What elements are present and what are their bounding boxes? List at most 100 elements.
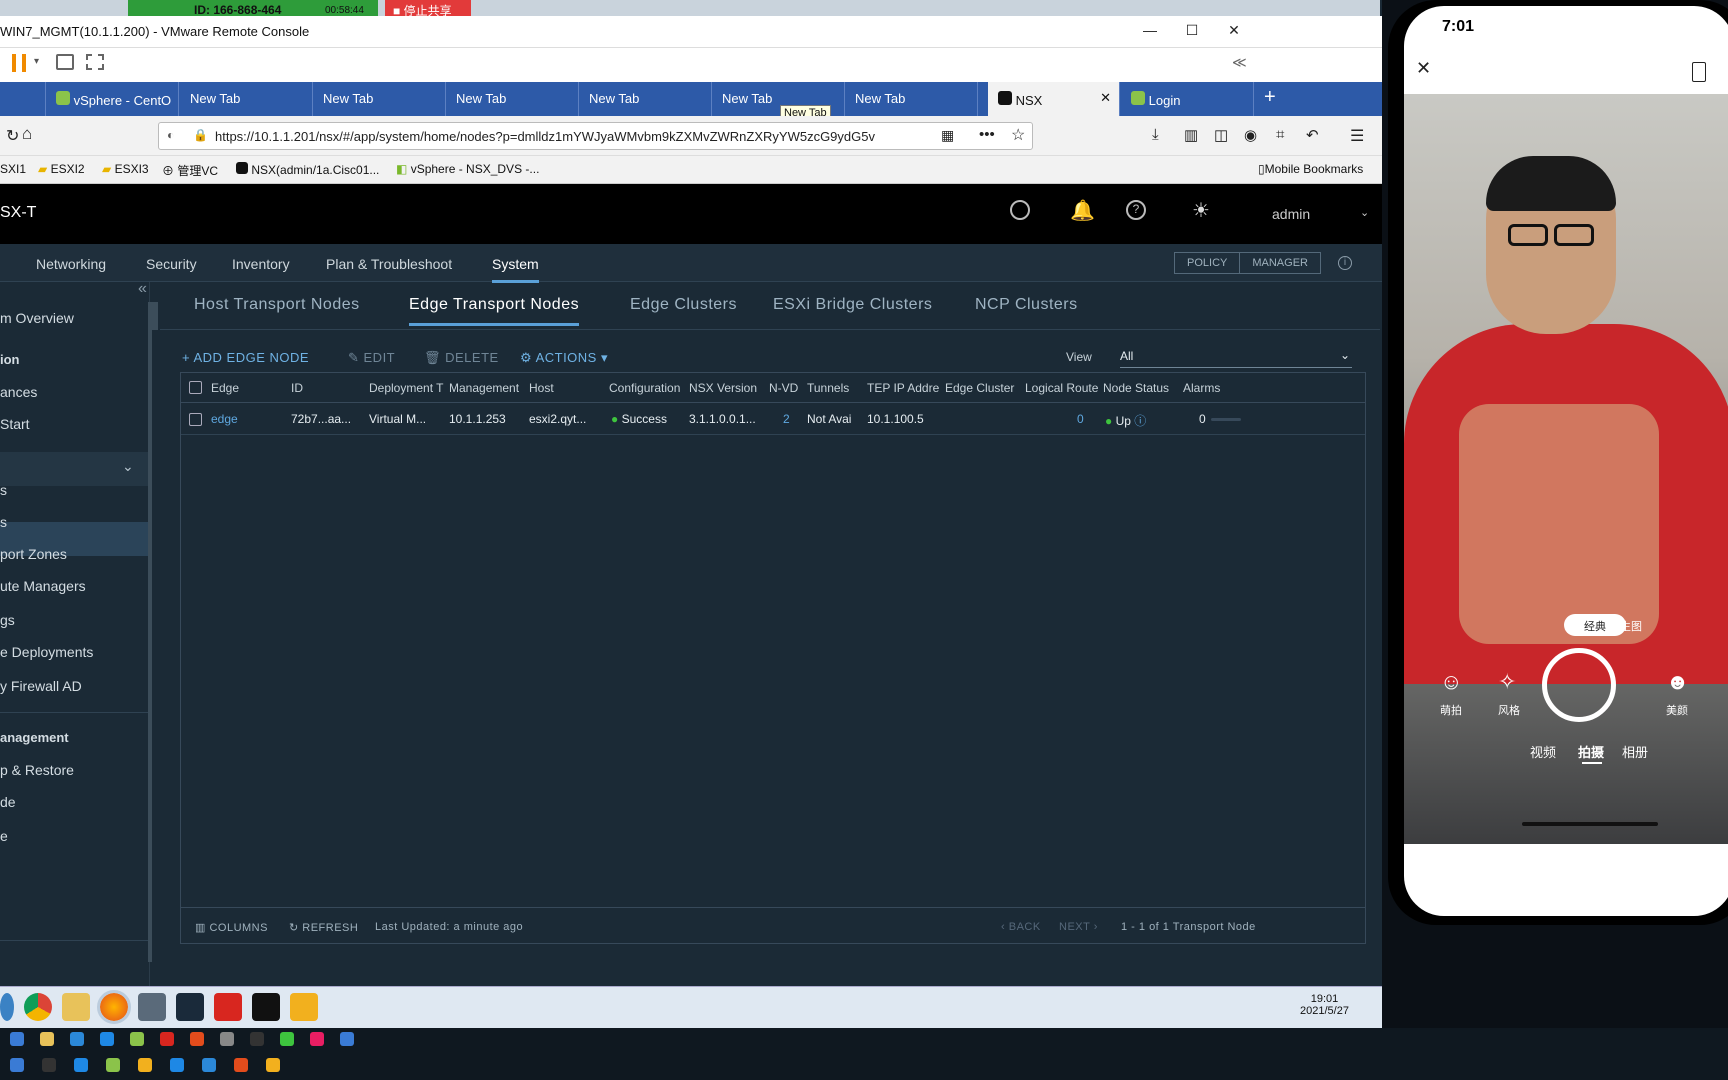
app-icon[interactable] bbox=[70, 1032, 84, 1046]
sidebar-item[interactable]: e bbox=[0, 828, 8, 844]
app-icon[interactable] bbox=[190, 1032, 204, 1046]
lock-icon[interactable]: 🔒 bbox=[193, 128, 208, 142]
search-icon[interactable] bbox=[1010, 200, 1030, 220]
sidebar-item[interactable]: gs bbox=[0, 612, 15, 628]
tab-new[interactable]: New Tab bbox=[180, 82, 313, 116]
actions-menu[interactable]: ⚙ ACTIONS ▾ bbox=[520, 350, 608, 366]
column-header[interactable]: Alarms bbox=[1183, 381, 1261, 395]
back-arrow-icon[interactable]: ↶ bbox=[1306, 126, 1319, 144]
refresh-icon[interactable]: ↻ bbox=[6, 126, 19, 146]
tab-new[interactable]: New Tab bbox=[845, 82, 978, 116]
add-edge-node-button[interactable]: + ADD EDGE NODE bbox=[182, 350, 309, 365]
tab-login[interactable]: Login bbox=[1121, 82, 1254, 116]
column-header[interactable]: Management bbox=[449, 381, 527, 395]
app-icon[interactable] bbox=[220, 1032, 234, 1046]
nav-plan-troubleshoot[interactable]: Plan & Troubleshoot bbox=[326, 256, 452, 272]
logical-routers-link[interactable]: 0 bbox=[1077, 412, 1084, 426]
column-header[interactable]: ID bbox=[291, 381, 369, 395]
columns-button[interactable]: ▥ COLUMNS bbox=[195, 921, 268, 934]
cute-icon[interactable]: ☺ bbox=[1440, 669, 1462, 695]
tab-vsphere[interactable]: vSphere - CentO bbox=[46, 82, 179, 116]
tab-nsx[interactable]: NSX ✕ bbox=[988, 82, 1120, 116]
app-icon[interactable] bbox=[290, 993, 318, 1021]
sidebar-item[interactable]: ute Managers bbox=[0, 578, 86, 594]
info-icon[interactable]: i bbox=[1338, 256, 1352, 270]
app-icon[interactable] bbox=[10, 1032, 24, 1046]
sidebar-item[interactable]: p & Restore bbox=[0, 762, 74, 778]
ratio-icon[interactable] bbox=[1692, 62, 1706, 82]
app-icon[interactable] bbox=[170, 1058, 184, 1072]
view-select[interactable]: All ⌄ bbox=[1120, 346, 1352, 368]
column-header[interactable]: Configuration bbox=[609, 381, 687, 395]
app-icon[interactable] bbox=[130, 1032, 144, 1046]
collapse-sidebar-icon[interactable]: « bbox=[138, 280, 147, 298]
table-row[interactable]: edge 72b7...aa... Virtual M... 10.1.1.25… bbox=[181, 403, 1365, 435]
chrome-icon[interactable] bbox=[24, 993, 52, 1021]
row-checkbox[interactable] bbox=[189, 413, 202, 426]
app-icon[interactable] bbox=[160, 1032, 174, 1046]
info-icon[interactable]: ⓘ bbox=[1134, 414, 1146, 428]
sidebar-item[interactable]: e Deployments bbox=[0, 644, 93, 660]
account-icon[interactable]: ◉ bbox=[1244, 126, 1257, 144]
nav-security[interactable]: Security bbox=[146, 256, 197, 272]
firefox-icon[interactable] bbox=[97, 990, 131, 1024]
sidebar-item[interactable]: port Zones bbox=[0, 546, 67, 562]
chevron-down-icon[interactable]: ⌄ bbox=[1360, 206, 1369, 219]
column-header[interactable]: Edge bbox=[211, 381, 289, 395]
terminal-app-icon[interactable] bbox=[176, 993, 204, 1021]
app-icon[interactable] bbox=[340, 1032, 354, 1046]
mode-photo[interactable]: 拍摄 bbox=[1578, 742, 1604, 761]
cmd-icon[interactable] bbox=[252, 993, 280, 1021]
bookmark-item[interactable]: ▰ ESXI3 bbox=[102, 162, 149, 176]
app-icon[interactable] bbox=[10, 1058, 24, 1072]
back-button[interactable]: ‹ BACK bbox=[1001, 921, 1041, 933]
sidebar-item[interactable]: ances bbox=[0, 384, 37, 400]
bookmark-item[interactable]: ◧ vSphere - NSX_DVS -... bbox=[396, 162, 539, 176]
tab-ncp-clusters[interactable]: NCP Clusters bbox=[975, 296, 1078, 314]
bookmark-item[interactable]: SXI1 bbox=[0, 162, 26, 176]
style-icon[interactable]: ✧ bbox=[1498, 669, 1516, 695]
user-menu[interactable]: admin bbox=[1272, 206, 1310, 222]
pause-icon[interactable] bbox=[12, 54, 26, 72]
shield-icon[interactable]: ◐ bbox=[167, 128, 174, 142]
app-icon[interactable] bbox=[280, 1032, 294, 1046]
column-header[interactable]: NSX Version bbox=[689, 381, 767, 395]
tab-edge-transport-nodes[interactable]: Edge Transport Nodes bbox=[409, 296, 580, 326]
bookmark-item[interactable]: ⊕ 管理VC bbox=[162, 162, 218, 179]
close-tab-icon[interactable]: ✕ bbox=[1100, 90, 1111, 106]
security-icon[interactable] bbox=[138, 993, 166, 1021]
column-header[interactable]: Node Status bbox=[1103, 381, 1181, 395]
sidebar-item[interactable]: s bbox=[0, 514, 7, 530]
beauty-label[interactable]: 美颜 bbox=[1666, 702, 1688, 718]
fullscreen-icon[interactable] bbox=[86, 54, 104, 70]
sidebar-item[interactable]: de bbox=[0, 794, 16, 810]
column-header[interactable]: TEP IP Addre bbox=[867, 381, 945, 395]
qr-icon[interactable]: ▦ bbox=[941, 127, 954, 144]
star-icon[interactable]: ☆ bbox=[1011, 125, 1025, 145]
address-bar[interactable]: ◐ 🔒 https://10.1.1.201/nsx/#/app/system/… bbox=[158, 122, 1033, 150]
new-tab-icon[interactable]: + bbox=[1264, 86, 1276, 109]
help-icon[interactable]: ? bbox=[1126, 200, 1146, 220]
nvd-link[interactable]: 2 bbox=[783, 412, 790, 426]
column-header[interactable]: Deployment T bbox=[369, 381, 447, 395]
collapse-icon[interactable]: ≪ bbox=[1232, 54, 1247, 71]
app-icon[interactable] bbox=[202, 1058, 216, 1072]
column-header[interactable]: Logical Route bbox=[1025, 381, 1103, 395]
maximize-button[interactable]: ☐ bbox=[1182, 22, 1202, 42]
cute-label[interactable]: 萌拍 bbox=[1440, 702, 1462, 718]
chevron-down-icon[interactable]: ⌄ bbox=[122, 458, 134, 475]
send-keys-icon[interactable] bbox=[56, 54, 74, 70]
sidebar-icon[interactable]: ◫ bbox=[1214, 126, 1228, 144]
wps-icon[interactable] bbox=[214, 993, 242, 1021]
mode-album[interactable]: 相册 bbox=[1622, 742, 1648, 761]
app-icon[interactable] bbox=[250, 1032, 264, 1046]
edge-name-link[interactable]: edge bbox=[211, 412, 238, 426]
style-label[interactable]: 风格 bbox=[1498, 702, 1520, 718]
app-icon[interactable] bbox=[234, 1058, 248, 1072]
app-icon[interactable] bbox=[106, 1058, 120, 1072]
explorer-icon[interactable] bbox=[62, 993, 90, 1021]
app-icon[interactable] bbox=[310, 1032, 324, 1046]
crop-icon[interactable]: ⌗ bbox=[1276, 126, 1284, 143]
nav-inventory[interactable]: Inventory bbox=[232, 256, 290, 272]
tab-overflow[interactable] bbox=[0, 82, 46, 116]
